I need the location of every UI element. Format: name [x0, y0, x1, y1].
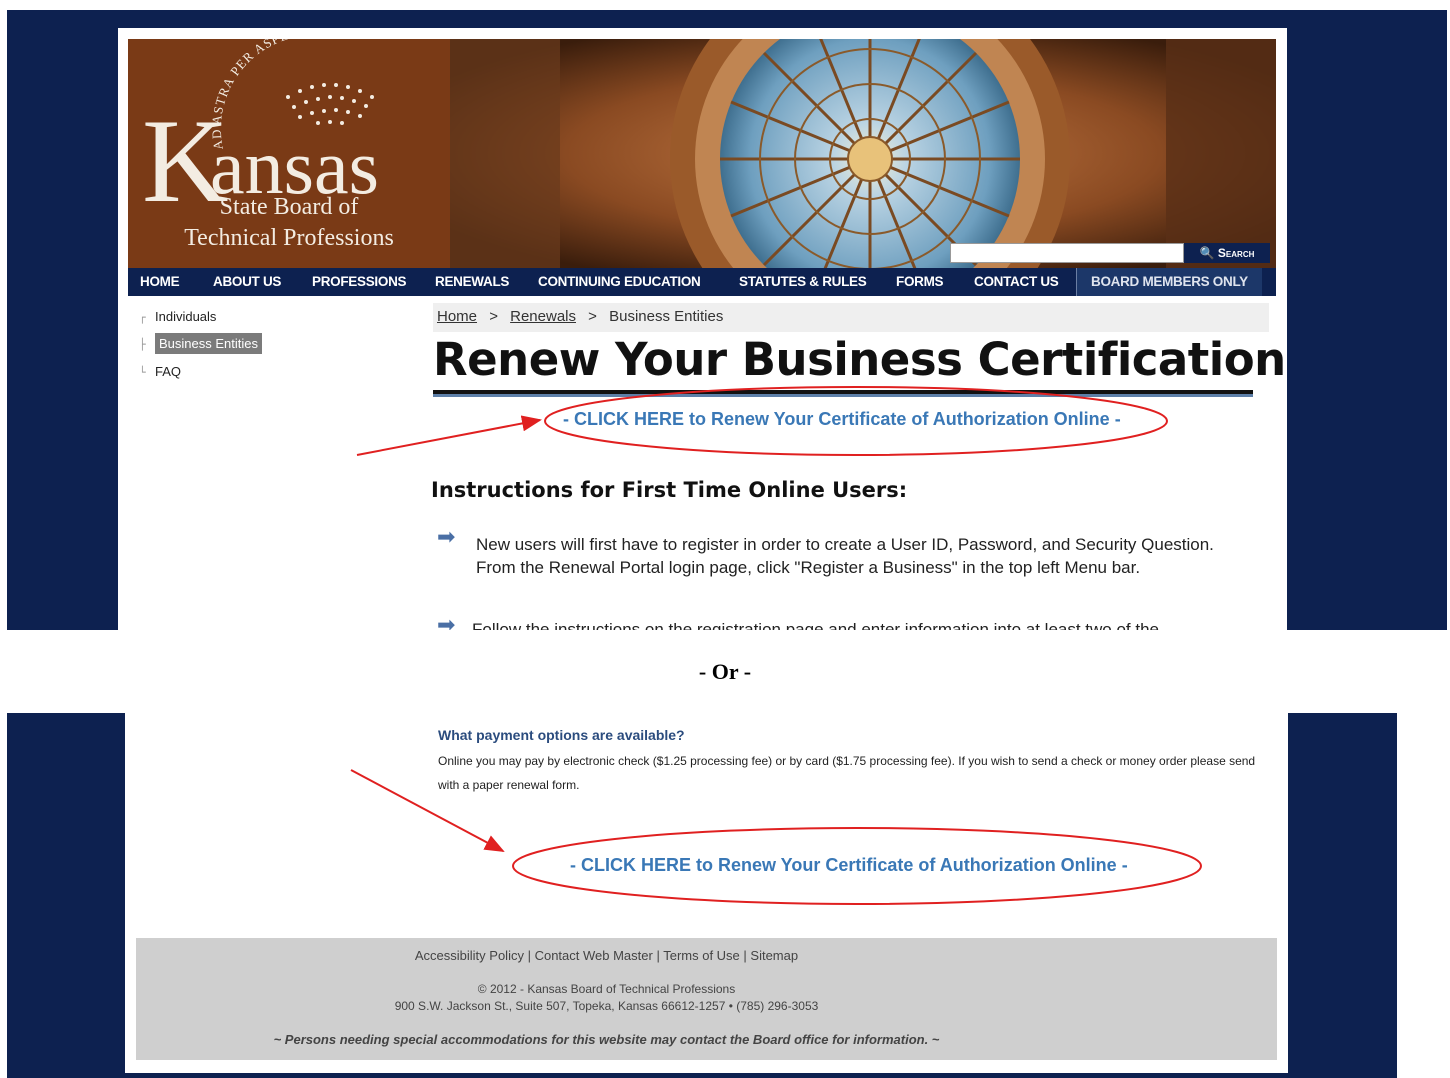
renew-online-link-bottom[interactable]: - CLICK HERE to Renew Your Certificate o… [570, 855, 1128, 876]
magnifier-icon: 🔍 [1199, 246, 1215, 260]
instruction-bullet-1: New users will first have to register in… [476, 535, 1214, 577]
tree-connector: └ [139, 366, 146, 379]
search-button[interactable]: 🔍 Search [1184, 243, 1270, 263]
nav-professions[interactable]: PROFESSIONS [312, 268, 407, 296]
dome-illustration [450, 39, 1276, 268]
instructions-heading: Instructions for First Time Online Users… [431, 478, 908, 502]
site-header: AD ASTRA PER ASPERA K ansas State Board … [128, 39, 1276, 268]
search-input[interactable] [950, 243, 1184, 263]
or-separator: - Or - [698, 659, 752, 684]
nav-board-members-only[interactable]: BOARD MEMBERS ONLY [1076, 268, 1262, 296]
site-footer: Accessibility Policy | Contact Web Maste… [136, 938, 1277, 1060]
breadcrumb-renewals[interactable]: Renewals [510, 308, 576, 325]
arrow-bullet-icon: ➡ [437, 612, 456, 630]
footer-copyright: © 2012 - Kansas Board of Technical Profe… [477, 982, 736, 996]
title-divider-accent [433, 394, 1253, 397]
footer-links: Accessibility Policy | Contact Web Maste… [414, 948, 799, 963]
instruction-bullet-2-clip: ➡ Follow the instructions on the registr… [430, 612, 1270, 630]
kansas-logo[interactable]: AD ASTRA PER ASPERA K ansas State Board … [128, 39, 450, 268]
breadcrumb-separator: > [489, 308, 498, 325]
nav-contact-us[interactable]: CONTACT US [974, 268, 1059, 296]
payment-options-question: What payment options are available? [438, 727, 685, 743]
search-button-label: Search [1217, 246, 1255, 260]
nav-continuing-education[interactable]: CONTINUING EDUCATION [538, 268, 701, 296]
capitol-dome-image [450, 39, 1276, 268]
subnav-item-faq[interactable]: └ FAQ [139, 361, 181, 383]
tree-connector: ┌ [139, 311, 146, 324]
logo-line-1: State Board of [219, 194, 359, 220]
footer-accommodations-note: ~ Persons needing special accommodations… [273, 1032, 940, 1047]
arrow-bullet-icon: ➡ [437, 524, 456, 549]
breadcrumb-current: Business Entities [609, 308, 724, 325]
breadcrumb: Home > Renewals > Business Entities [433, 303, 1269, 332]
nav-renewals[interactable]: RENEWALS [435, 268, 509, 296]
footer-link-sitemap[interactable]: Sitemap [750, 948, 798, 963]
subnav-label: Business Entities [155, 333, 262, 354]
payment-options-answer: Online you may pay by electronic check (… [438, 754, 1256, 792]
nav-statutes-rules[interactable]: STATUTES & RULES [739, 268, 867, 296]
main-nav: HOME ABOUT US PROFESSIONS RENEWALS CONTI… [128, 268, 1276, 296]
renew-online-link-top[interactable]: - CLICK HERE to Renew Your Certificate o… [563, 409, 1121, 430]
footer-link-terms[interactable]: Terms of Use [663, 948, 740, 963]
subnav-label: Individuals [155, 309, 217, 324]
page-title: Renew Your Business Certification [433, 333, 1286, 386]
breadcrumb-home[interactable]: Home [437, 308, 477, 325]
stars-cluster [286, 83, 374, 125]
logo-line-2: Technical Professions [184, 225, 394, 251]
subnav-item-individuals[interactable]: ┌ Individuals [139, 306, 216, 328]
subnav-label: FAQ [155, 364, 182, 379]
tree-connector: ├ [139, 338, 146, 351]
nav-about-us[interactable]: ABOUT US [213, 268, 281, 296]
breadcrumb-separator: > [588, 308, 597, 325]
nav-home[interactable]: HOME [140, 268, 180, 296]
subnav-item-business-entities[interactable]: ├ Business Entities [139, 333, 262, 355]
instruction-bullet-2: Follow the instructions on the registrat… [472, 620, 1160, 630]
footer-link-accessibility[interactable]: Accessibility Policy [415, 948, 524, 963]
nav-forms[interactable]: FORMS [896, 268, 944, 296]
footer-link-contact-webmaster[interactable]: Contact Web Master [535, 948, 653, 963]
footer-address: 900 S.W. Jackson St., Suite 507, Topeka,… [394, 999, 819, 1013]
